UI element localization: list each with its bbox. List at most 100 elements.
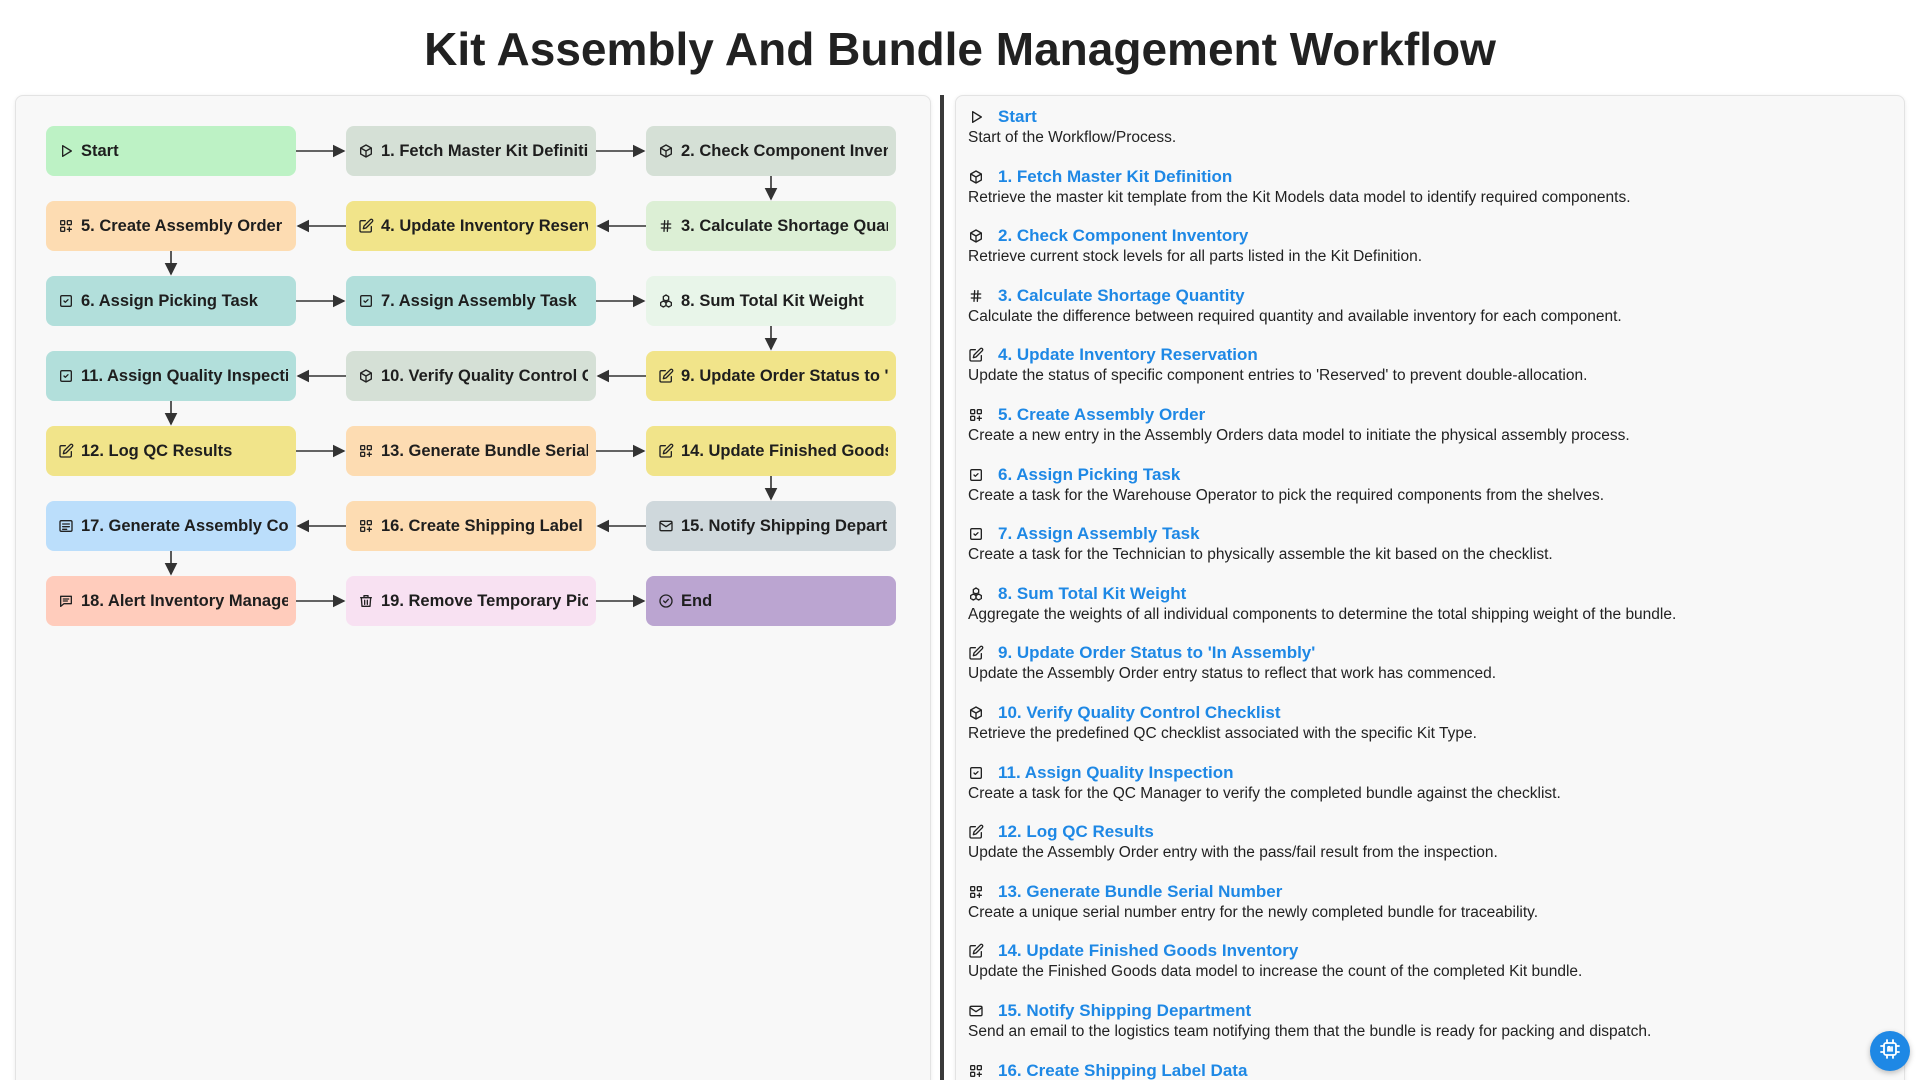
step-description: Aggregate the weights of all individual … xyxy=(968,605,1677,623)
step-item: 8. Sum Total Kit Weight Aggregate the wei… xyxy=(968,583,1888,643)
step-title-link[interactable]: 16. Create Shipping Label Data xyxy=(998,1061,1247,1080)
step-description: Send an email to the logistics team noti… xyxy=(968,1022,1652,1040)
flow-node[interactable]: End xyxy=(646,576,896,626)
flow-node[interactable]: 11. Assign Quality Inspection xyxy=(46,351,296,401)
step-item: 7. Assign Assembly Task Create a task for… xyxy=(968,523,1888,583)
flow-node[interactable]: 14. Update Finished Goods Inventory xyxy=(646,426,896,476)
assistant-button[interactable] xyxy=(1870,1031,1910,1071)
step-title-link[interactable]: 1. Fetch Master Kit Definition xyxy=(998,167,1232,187)
diagram-panel: Start 1. Fetch Master Kit Definition 2. Ch… xyxy=(15,95,931,1080)
message-icon xyxy=(58,593,74,609)
flow-node[interactable]: 1. Fetch Master Kit Definition xyxy=(346,126,596,176)
checkbox-icon xyxy=(968,526,984,542)
step-description: Create a new entry in the Assembly Order… xyxy=(968,426,1630,444)
grid-plus-icon xyxy=(968,1063,984,1079)
flow-node[interactable]: 2. Check Component Inventory xyxy=(646,126,896,176)
step-header: 2. Check Component Inventory xyxy=(968,225,1888,247)
flow-node[interactable]: 5. Create Assembly Order xyxy=(46,201,296,251)
grid-plus-icon xyxy=(968,407,984,423)
trash-icon xyxy=(358,593,374,609)
step-title-link[interactable]: 3. Calculate Shortage Quantity xyxy=(998,286,1245,306)
cube-icon xyxy=(968,705,984,721)
checkbox-icon xyxy=(358,293,374,309)
flow-node[interactable]: 17. Generate Assembly Completion Report xyxy=(46,501,296,551)
flow-node[interactable]: 9. Update Order Status to 'In Assembly' xyxy=(646,351,896,401)
step-title-link[interactable]: 12. Log QC Results xyxy=(998,822,1154,842)
flow-node-label: Start xyxy=(81,141,119,160)
step-description: Update the Assembly Order entry with the… xyxy=(968,844,1498,862)
checkbox-icon xyxy=(968,765,984,781)
flow-node[interactable]: 7. Assign Assembly Task xyxy=(346,276,596,326)
edit-icon xyxy=(658,368,674,384)
flow-node[interactable]: 16. Create Shipping Label Data xyxy=(346,501,596,551)
step-header: 4. Update Inventory Reservation xyxy=(968,344,1888,366)
step-item: 10. Verify Quality Control Checklist Retr… xyxy=(968,702,1888,762)
workflow-diagram: Start 1. Fetch Master Kit Definition 2. Ch… xyxy=(16,96,932,1080)
step-title-link[interactable]: 7. Assign Assembly Task xyxy=(998,524,1200,544)
step-header: 7. Assign Assembly Task xyxy=(968,523,1888,545)
cube-icon xyxy=(358,143,374,159)
step-description: Calculate the difference between require… xyxy=(968,307,1622,325)
page-title: Kit Assembly And Bundle Management Workf… xyxy=(424,23,1496,75)
step-title-link[interactable]: 11. Assign Quality Inspection xyxy=(998,763,1234,783)
flow-node-label: 16. Create Shipping Label Data xyxy=(381,516,588,535)
flow-node[interactable]: 10. Verify Quality Control Checklist xyxy=(346,351,596,401)
cube-icon xyxy=(968,169,984,185)
step-title-link[interactable]: 6. Assign Picking Task xyxy=(998,465,1180,485)
step-list: Start Start of the Workflow/Process. 1. Fe… xyxy=(968,106,1888,1080)
edit-icon xyxy=(358,218,374,234)
step-item: 4. Update Inventory Reservation Update th… xyxy=(968,344,1888,404)
step-header: 8. Sum Total Kit Weight xyxy=(968,583,1888,605)
report-icon xyxy=(58,518,74,534)
step-title-link[interactable]: 5. Create Assembly Order xyxy=(998,405,1205,425)
flow-node-label: 11. Assign Quality Inspection xyxy=(81,366,288,385)
step-title-link[interactable]: 14. Update Finished Goods Inventory xyxy=(998,941,1298,961)
step-header: 13. Generate Bundle Serial Number xyxy=(968,881,1888,903)
step-title-link[interactable]: 13. Generate Bundle Serial Number xyxy=(998,882,1282,902)
cube-icon xyxy=(358,368,374,384)
step-item: 2. Check Component Inventory Retrieve cur… xyxy=(968,225,1888,285)
flow-node[interactable]: 19. Remove Temporary Picking Records xyxy=(346,576,596,626)
flow-node[interactable]: 4. Update Inventory Reservation xyxy=(346,201,596,251)
step-title-link[interactable]: 9. Update Order Status to 'In Assembly' xyxy=(998,643,1315,663)
flow-node[interactable]: 15. Notify Shipping Department xyxy=(646,501,896,551)
step-title-link[interactable]: 10. Verify Quality Control Checklist xyxy=(998,703,1280,723)
flow-node[interactable]: 12. Log QC Results xyxy=(46,426,296,476)
edit-icon xyxy=(58,443,74,459)
grid-plus-icon xyxy=(358,518,374,534)
grid-plus-icon xyxy=(358,443,374,459)
step-title-link[interactable]: 4. Update Inventory Reservation xyxy=(998,345,1258,365)
hash-icon xyxy=(658,218,674,234)
panel-divider[interactable] xyxy=(940,95,944,1080)
step-title-link[interactable]: 15. Notify Shipping Department xyxy=(998,1001,1251,1021)
step-item: 11. Assign Quality Inspection Create a ta… xyxy=(968,762,1888,822)
flow-node[interactable]: 8. Sum Total Kit Weight xyxy=(646,276,896,326)
flow-node-label: 19. Remove Temporary Picking Records xyxy=(381,591,588,610)
flow-node-label: 1. Fetch Master Kit Definition xyxy=(381,141,588,160)
step-header: 16. Create Shipping Label Data xyxy=(968,1060,1888,1080)
step-title-link[interactable]: Start xyxy=(998,107,1037,127)
flow-node[interactable]: 13. Generate Bundle Serial Number xyxy=(346,426,596,476)
step-title-link[interactable]: 8. Sum Total Kit Weight xyxy=(998,584,1186,604)
edit-icon xyxy=(968,824,984,840)
step-item: 13. Generate Bundle Serial Number Create … xyxy=(968,881,1888,941)
step-header: Start xyxy=(968,106,1888,128)
step-item: 1. Fetch Master Kit Definition Retrieve t… xyxy=(968,166,1888,226)
edit-icon xyxy=(658,443,674,459)
flow-node-label: 17. Generate Assembly Completion Report xyxy=(81,516,288,535)
step-title-link[interactable]: 2. Check Component Inventory xyxy=(998,226,1248,246)
play-icon xyxy=(58,143,74,159)
step-header: 1. Fetch Master Kit Definition xyxy=(968,166,1888,188)
flow-node-label: 2. Check Component Inventory xyxy=(681,141,888,160)
stack-icon xyxy=(968,586,984,602)
flow-node[interactable]: 18. Alert Inventory Manager xyxy=(46,576,296,626)
flow-node-label: 8. Sum Total Kit Weight xyxy=(681,291,864,310)
step-header: 3. Calculate Shortage Quantity xyxy=(968,285,1888,307)
steps-panel: Start Start of the Workflow/Process. 1. Fe… xyxy=(955,95,1905,1080)
step-description: Retrieve the predefined QC checklist ass… xyxy=(968,724,1477,742)
flow-node[interactable]: 3. Calculate Shortage Quantity xyxy=(646,201,896,251)
flow-node[interactable]: Start xyxy=(46,126,296,176)
checkbox-icon xyxy=(58,293,74,309)
flow-node[interactable]: 6. Assign Picking Task xyxy=(46,276,296,326)
step-description: Create a task for the Warehouse Operator… xyxy=(968,486,1605,504)
